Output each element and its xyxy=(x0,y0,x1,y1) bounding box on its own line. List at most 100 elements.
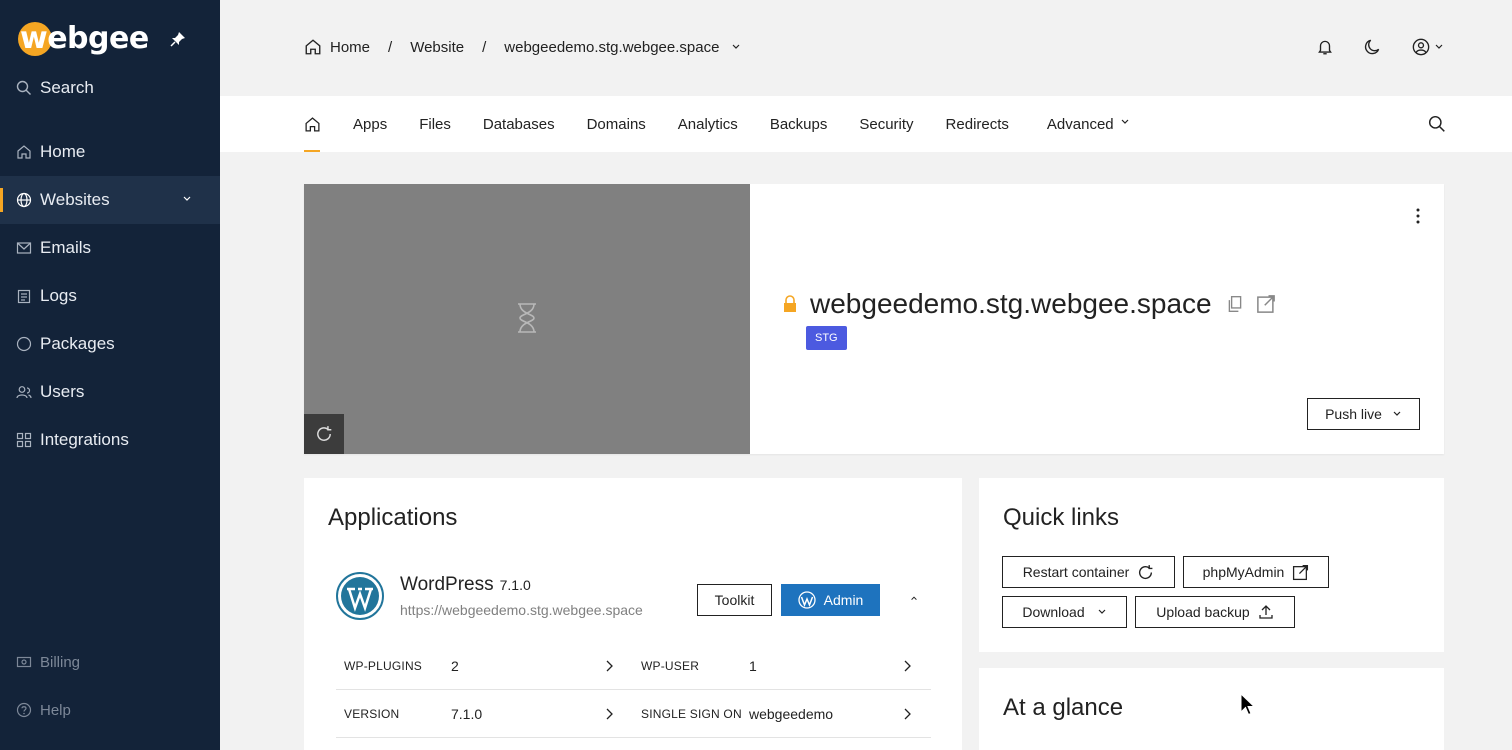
chevron-right-icon[interactable] xyxy=(902,660,912,672)
chevron-down-icon xyxy=(1435,44,1443,49)
tab-backups[interactable]: Backups xyxy=(770,96,828,152)
tab-analytics[interactable]: Analytics xyxy=(678,96,738,152)
sso-value: webgeedemo xyxy=(749,705,834,722)
chevron-up-icon[interactable] xyxy=(910,594,918,602)
chevron-down-icon xyxy=(183,196,191,201)
tab-home[interactable] xyxy=(304,96,321,152)
tab-security[interactable]: Security xyxy=(859,96,913,152)
sidebar-item-label: Users xyxy=(40,382,85,401)
tab-advanced[interactable]: Advanced xyxy=(1047,96,1130,152)
sidebar-item-label: Emails xyxy=(40,238,92,257)
download-button[interactable]: Download xyxy=(1002,596,1127,628)
sidebar-item-emails[interactable]: Emails xyxy=(0,224,220,272)
push-live-label: Push live xyxy=(1325,406,1382,422)
sidebar-item-logs[interactable]: Logs xyxy=(0,272,220,320)
grid-icon xyxy=(16,432,32,448)
tab-databases[interactable]: Databases xyxy=(483,96,555,152)
help-icon xyxy=(16,702,32,718)
breadcrumb-home[interactable]: Home xyxy=(330,39,370,56)
billing-icon xyxy=(16,656,32,668)
webgee-logo[interactable]: webgee xyxy=(18,21,149,56)
tab-files[interactable]: Files xyxy=(419,96,451,152)
detail-row: WP-PLUGINS 2 WP-USER 1 xyxy=(336,642,931,690)
wp-plugins-value: 2 xyxy=(451,657,459,674)
chevron-right-icon[interactable] xyxy=(902,708,912,720)
sidebar-item-label: Help xyxy=(40,701,71,719)
package-icon xyxy=(16,336,32,352)
download-label: Download xyxy=(1022,604,1085,620)
external-link-icon xyxy=(1293,564,1309,580)
wp-user-value: 1 xyxy=(749,657,757,674)
tab-redirects[interactable]: Redirects xyxy=(946,96,1009,152)
refresh-preview-button[interactable] xyxy=(304,414,344,454)
app-details: WP-PLUGINS 2 WP-USER 1 VERSION 7.1.0 SIN… xyxy=(336,642,931,738)
app-title: WordPress 7.1.0 xyxy=(400,574,531,596)
sidebar-item-label: Packages xyxy=(40,334,115,353)
wp-user-label: WP-USER xyxy=(641,658,700,673)
sidebar-item-home[interactable]: Home xyxy=(0,128,220,176)
chevron-right-icon[interactable] xyxy=(604,708,614,720)
breadcrumb-site[interactable]: webgeedemo.stg.webgee.space xyxy=(504,39,719,56)
quick-links-title: Quick links xyxy=(1003,504,1120,531)
account-menu[interactable] xyxy=(1412,38,1444,56)
push-live-button[interactable]: Push live xyxy=(1307,398,1420,430)
toolkit-button[interactable]: Toolkit xyxy=(697,584,772,616)
sidebar-item-label: Websites xyxy=(40,190,110,209)
home-icon[interactable] xyxy=(304,38,322,56)
globe-icon xyxy=(16,192,32,208)
sidebar-item-users[interactable]: Users xyxy=(0,368,220,416)
site-domain: webgeedemo.stg.webgee.space xyxy=(810,288,1212,319)
sidebar-item-websites[interactable]: Websites xyxy=(0,176,220,224)
applications-title: Applications xyxy=(328,504,458,531)
tab-advanced-label: Advanced xyxy=(1046,115,1114,133)
refresh-icon xyxy=(317,426,332,441)
sidebar-item-label: Logs xyxy=(40,286,77,305)
detail-row: VERSION 7.1.0 SINGLE SIGN ON webgeedemo xyxy=(336,690,931,738)
search-icon[interactable] xyxy=(1428,115,1446,133)
sidebar-item-label: Billing xyxy=(40,653,81,671)
restart-container-button[interactable]: Restart container xyxy=(1002,556,1175,588)
sidebar-item-packages[interactable]: Packages xyxy=(0,320,220,368)
top-icons xyxy=(1316,38,1444,56)
version-value: 7.1.0 xyxy=(451,705,483,722)
pin-icon[interactable] xyxy=(170,31,186,47)
wordpress-icon xyxy=(336,572,384,620)
sidebar-item-billing[interactable]: Billing xyxy=(0,638,220,686)
chevron-down-icon xyxy=(1121,119,1129,124)
sidebar-item-help[interactable]: Help xyxy=(0,686,220,734)
at-a-glance-title: At a glance xyxy=(1003,694,1124,721)
wordpress-icon xyxy=(798,591,816,609)
lock-icon xyxy=(784,295,796,312)
bell-icon[interactable] xyxy=(1316,38,1334,56)
refresh-icon xyxy=(1139,564,1153,579)
applications-card: Applications WordPress 7.1.0 https://webg… xyxy=(304,478,962,750)
wp-plugins-label: WP-PLUGINS xyxy=(344,658,423,673)
chevron-right-icon[interactable] xyxy=(604,660,614,672)
breadcrumb-website[interactable]: Website xyxy=(410,39,464,56)
external-link-icon[interactable] xyxy=(1256,294,1276,314)
chevron-down-icon[interactable] xyxy=(731,42,741,52)
upload-backup-button[interactable]: Upload backup xyxy=(1135,596,1295,628)
admin-button[interactable]: Admin xyxy=(781,584,880,616)
sidebar-search[interactable]: Search xyxy=(16,78,94,98)
sidebar: webgee Search Home Websites Emails Logs … xyxy=(0,0,220,750)
copy-icon[interactable] xyxy=(1226,295,1244,313)
restart-label: Restart container xyxy=(1022,564,1130,580)
moon-icon[interactable] xyxy=(1364,38,1382,56)
hourglass-icon xyxy=(518,303,536,333)
site-header: webgeedemo.stg.webgee.space xyxy=(782,288,1276,320)
breadcrumb: Home / Website / webgeedemo.stg.webgee.s… xyxy=(304,38,741,56)
mouse-cursor-icon xyxy=(1240,693,1256,716)
upload-label: Upload backup xyxy=(1156,604,1250,620)
kebab-menu-icon[interactable] xyxy=(1416,208,1420,224)
tab-domains[interactable]: Domains xyxy=(587,96,646,152)
sidebar-item-integrations[interactable]: Integrations xyxy=(0,416,220,464)
home-icon xyxy=(17,145,31,159)
breadcrumb-separator: / xyxy=(388,38,393,56)
phpmyadmin-button[interactable]: phpMyAdmin xyxy=(1183,556,1329,588)
version-label: VERSION xyxy=(344,706,400,721)
tab-apps[interactable]: Apps xyxy=(353,96,387,152)
quick-links-card: Quick links Restart container phpMyAdmin… xyxy=(979,478,1444,652)
app-url[interactable]: https://webgeedemo.stg.webgee.space xyxy=(400,602,643,618)
chevron-down-icon xyxy=(1098,609,1106,614)
